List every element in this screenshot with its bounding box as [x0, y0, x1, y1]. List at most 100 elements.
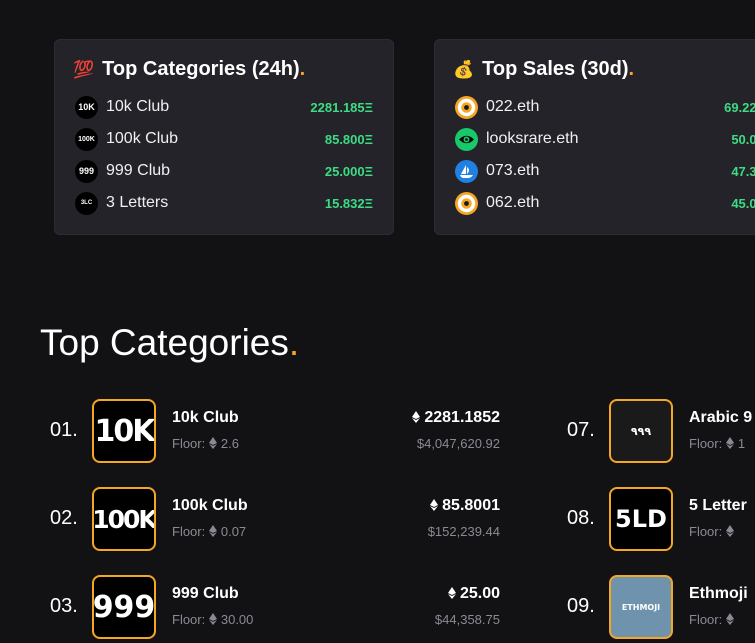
list-item[interactable]: 10K 10k Club 2281.185Ξ	[75, 95, 373, 119]
sale-name: looksrare.eth	[486, 130, 579, 147]
volume-usd: $4,047,620.92	[416, 436, 500, 451]
list-item[interactable]: 073.eth 47.3Ξ	[455, 159, 755, 183]
floor-label: Floor:	[172, 524, 206, 539]
sale-name: 062.eth	[486, 194, 540, 211]
category-logo: 10K	[92, 399, 156, 463]
category-avatar: 10K	[75, 95, 98, 119]
sale-name: 022.eth	[486, 98, 540, 115]
floor-value: 0.07	[220, 524, 247, 539]
eth-icon	[447, 587, 456, 599]
title-dot: .	[628, 58, 635, 80]
category-item[interactable]: 07. ٩٩٩ Arabic 9 Floor: 1	[567, 399, 755, 463]
volume-value: 25.00	[459, 585, 500, 602]
category-name: 999 Club	[172, 585, 239, 602]
volume-usd: $44,358.75	[434, 612, 500, 627]
category-avatar: 999	[75, 159, 98, 183]
list-item[interactable]: 3LC 3 Letters 15.832Ξ	[75, 191, 373, 215]
rank-number: 01.	[50, 419, 78, 441]
volume-eth: 25.00	[447, 585, 500, 603]
category-name: 100k Club	[106, 130, 179, 147]
sale-price: 50.0Ξ	[731, 131, 755, 147]
sale-price: 47.3Ξ	[731, 163, 755, 179]
eth-icon	[725, 525, 734, 537]
top-categories-card-title: 💯 Top Categories (24h).	[73, 58, 305, 81]
category-volume: 85.800Ξ	[324, 131, 373, 147]
volume-eth: 2281.1852	[412, 409, 500, 427]
rank-number: 07.	[567, 419, 595, 441]
top-sales-card-title-text: Top Sales (30d)	[482, 58, 629, 80]
list-item[interactable]: 022.eth 69.22Ξ	[455, 95, 755, 119]
floor-price: Floor: 0.07	[172, 524, 246, 539]
top-sales-card-title: 💰 Top Sales (30d).	[453, 58, 634, 81]
category-logo: 999	[92, 575, 156, 639]
title-dot: .	[288, 322, 300, 363]
category-logo: 100K	[92, 487, 156, 551]
volume-eth: 85.8001	[430, 497, 500, 515]
page-title: Top Categories.	[40, 322, 299, 364]
volume-usd: $152,239.44	[427, 524, 500, 539]
sale-price: 45.0Ξ	[731, 195, 755, 211]
title-dot: .	[299, 58, 306, 80]
category-item[interactable]: 02. 100K 100k Club Floor: 0.07 85.8001 $…	[50, 487, 500, 551]
floor-value: 1	[737, 436, 746, 451]
list-item[interactable]: 999 999 Club 25.000Ξ	[75, 159, 373, 183]
rank-number: 08.	[567, 507, 595, 529]
floor-label: Floor:	[172, 612, 206, 627]
eth-icon	[725, 613, 734, 625]
ens-ring-icon	[455, 191, 478, 215]
category-volume: 25.000Ξ	[324, 163, 373, 179]
floor-price: Floor:	[689, 612, 738, 627]
hundred-points-icon: 💯	[73, 59, 95, 79]
top-sales-card: 💰 Top Sales (30d). 022.eth 69.22Ξ looksr…	[434, 39, 755, 235]
floor-price: Floor: 2.6	[172, 436, 239, 451]
sale-name: 073.eth	[486, 162, 540, 179]
category-item[interactable]: 09. ETHMOJI Ethmoji Floor:	[567, 575, 755, 639]
ens-ring-icon	[455, 95, 478, 119]
list-item[interactable]: 100K 100k Club 85.800Ξ	[75, 127, 373, 151]
floor-price: Floor: 30.00	[172, 612, 253, 627]
opensea-boat-icon	[455, 159, 478, 183]
category-item[interactable]: 08. 5LD 5 Letter Floor:	[567, 487, 755, 551]
eth-icon	[208, 437, 217, 449]
floor-value: 30.00	[220, 612, 254, 627]
rank-number: 09.	[567, 595, 595, 617]
top-categories-card: 💯 Top Categories (24h). 10K 10k Club 228…	[54, 39, 394, 235]
eth-icon	[725, 437, 734, 449]
category-volume: 2281.185Ξ	[310, 99, 373, 115]
volume-value: 2281.1852	[424, 409, 500, 426]
category-name: 10k Club	[172, 409, 239, 426]
eth-icon	[412, 411, 421, 423]
category-volume: 15.832Ξ	[324, 195, 373, 211]
category-name: 999 Club	[106, 162, 171, 179]
category-avatar: 100K	[75, 127, 98, 151]
category-name: 100k Club	[172, 497, 248, 514]
rank-number: 02.	[50, 507, 78, 529]
floor-value: 2.6	[220, 436, 239, 451]
eth-icon	[208, 525, 217, 537]
category-logo: 5LD	[609, 487, 673, 551]
floor-label: Floor:	[689, 524, 723, 539]
list-item[interactable]: looksrare.eth 50.0Ξ	[455, 127, 755, 151]
category-name: 3 Letters	[106, 194, 169, 211]
page-title-text: Top Categories	[40, 322, 289, 363]
money-bag-icon: 💰	[453, 59, 475, 79]
floor-price: Floor:	[689, 524, 738, 539]
list-item[interactable]: 062.eth 45.0Ξ	[455, 191, 755, 215]
category-item[interactable]: 01. 10K 10k Club Floor: 2.6 2281.1852 $4…	[50, 399, 500, 463]
looksrare-eye-icon	[455, 127, 478, 151]
eth-icon	[208, 613, 217, 625]
floor-price: Floor: 1	[689, 436, 745, 451]
category-avatar: 3LC	[75, 191, 98, 215]
sale-price: 69.22Ξ	[724, 99, 755, 115]
category-name: 5 Letter	[689, 497, 747, 514]
floor-label: Floor:	[689, 436, 723, 451]
floor-label: Floor:	[689, 612, 723, 627]
rank-number: 03.	[50, 595, 78, 617]
category-logo: ٩٩٩	[609, 399, 673, 463]
category-name: Ethmoji	[689, 585, 748, 602]
category-item[interactable]: 03. 999 999 Club Floor: 30.00 25.00 $44,…	[50, 575, 500, 639]
volume-value: 85.8001	[442, 497, 500, 514]
floor-label: Floor:	[172, 436, 206, 451]
category-name: 10k Club	[106, 98, 170, 115]
category-logo: ETHMOJI	[609, 575, 673, 639]
